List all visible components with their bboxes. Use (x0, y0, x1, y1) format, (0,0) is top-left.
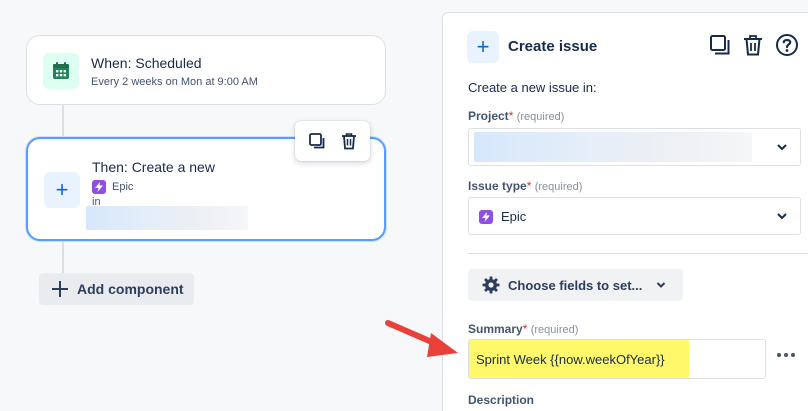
trigger-card[interactable]: When: Scheduled Every 2 weeks on Mon at … (26, 35, 386, 105)
trigger-title: When: Scheduled (91, 55, 202, 71)
project-value-redacted (474, 132, 752, 162)
help-icon[interactable] (775, 33, 799, 57)
trash-icon[interactable] (341, 132, 357, 150)
plus-icon (52, 281, 68, 297)
panel-title: Create issue (508, 38, 598, 55)
trash-icon[interactable] (743, 34, 763, 56)
description-label: Description (468, 393, 535, 407)
choose-fields-button[interactable]: Choose fields to set... (468, 269, 683, 301)
calendar-icon (43, 53, 79, 89)
trigger-subtitle: Every 2 weeks on Mon at 9:00 AM (91, 76, 258, 88)
action-project-redacted (86, 206, 248, 230)
chevron-down-icon (657, 282, 666, 288)
config-panel: + Create issue Create a new issue in: Pr… (442, 12, 808, 411)
flow-connector-top (62, 105, 64, 137)
panel-intro: Create a new issue in: (468, 80, 597, 95)
summary-input[interactable]: Sprint Week {{now.weekOfYear}} (468, 339, 766, 379)
epic-icon (479, 209, 493, 224)
issue-type-value: Epic (501, 209, 527, 224)
copy-icon[interactable] (709, 34, 731, 56)
action-issue-type-label: Epic (112, 181, 134, 193)
action-issue-type: Epic (92, 180, 133, 194)
plus-icon: + (467, 31, 499, 63)
panel-actions (709, 33, 799, 57)
divider (468, 253, 808, 254)
action-title: Then: Create a new (92, 159, 215, 175)
add-component-label: Add component (77, 281, 184, 297)
chevron-down-icon (777, 213, 787, 220)
choose-fields-label: Choose fields to set... (508, 277, 643, 293)
issue-type-label: Issue type* (required) (468, 179, 583, 193)
add-component-button[interactable]: Add component (39, 273, 194, 305)
gear-icon (482, 276, 500, 294)
flow-connector-bottom (62, 241, 64, 273)
project-label: Project* (required) (468, 109, 565, 123)
summary-label: Summary* (required) (468, 322, 579, 336)
annotation-arrow (385, 320, 458, 357)
epic-icon (92, 180, 106, 194)
issue-type-select[interactable]: Epic (468, 197, 801, 235)
project-select[interactable] (468, 128, 801, 166)
summary-value-highlight: Sprint Week {{now.weekOfYear}} (469, 340, 689, 378)
chevron-down-icon (777, 144, 787, 151)
card-toolbar (295, 121, 370, 161)
copy-icon[interactable] (308, 132, 326, 150)
summary-value: Sprint Week {{now.weekOfYear}} (476, 351, 665, 367)
more-options-icon[interactable] (773, 349, 799, 361)
plus-icon: + (44, 172, 80, 208)
